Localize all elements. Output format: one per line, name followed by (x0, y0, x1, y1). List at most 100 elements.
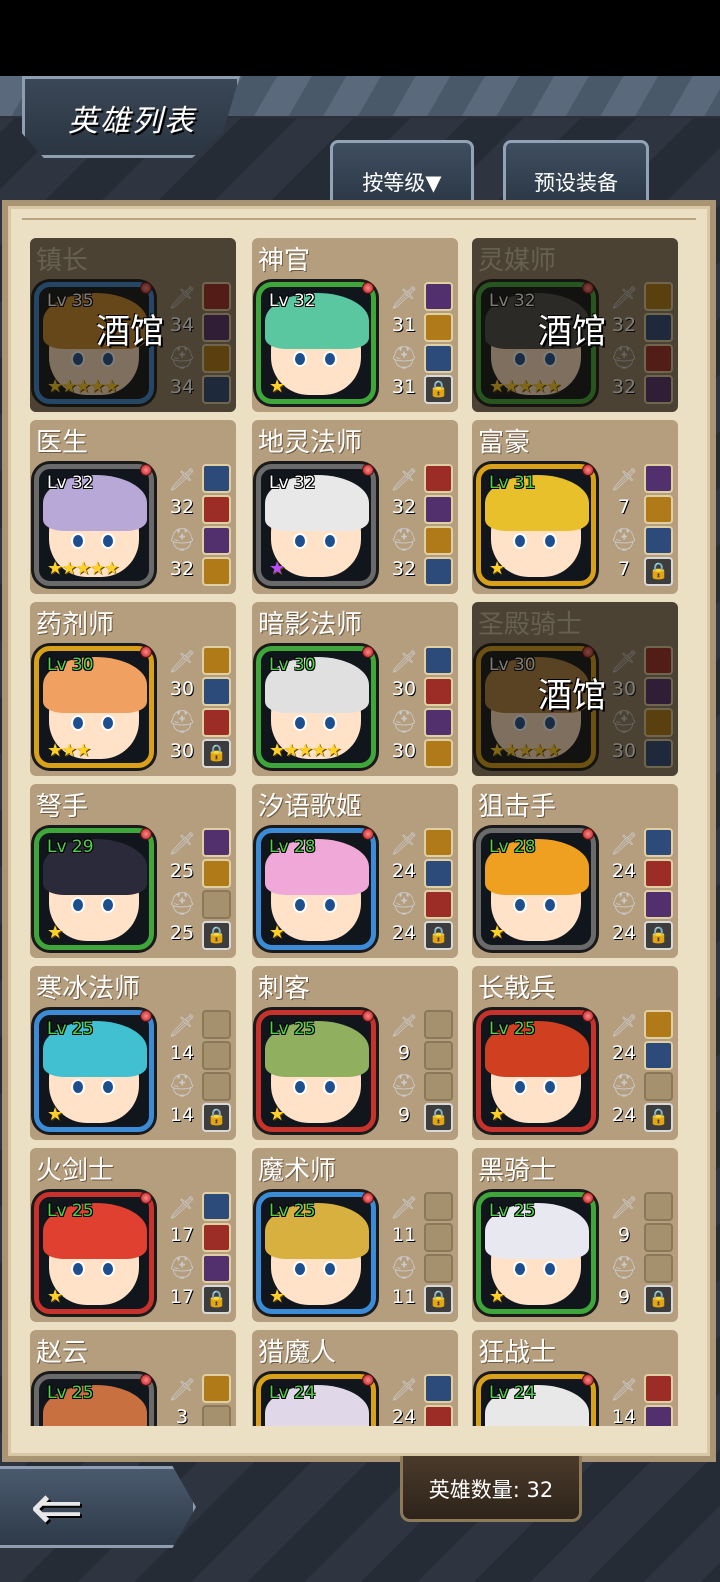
equipment-slot[interactable] (424, 828, 453, 857)
equipment-slot[interactable] (424, 344, 453, 373)
hero-card[interactable]: 黑骑士 Lv 25 ★ 🗡 9 ⛑ 9 🔒 (472, 1148, 678, 1322)
equipment-slot[interactable] (424, 1223, 453, 1252)
equipment-slot[interactable] (202, 708, 231, 737)
lock-icon[interactable]: 🔒 (202, 1103, 231, 1132)
hero-portrait[interactable]: Lv 25 ★ (256, 1010, 376, 1132)
equipment-slot[interactable] (644, 1010, 673, 1039)
equipment-slot[interactable] (644, 1072, 673, 1101)
lock-icon[interactable]: 🔒 (644, 921, 673, 950)
equipment-slot[interactable] (644, 495, 673, 524)
lock-icon[interactable]: 🔒 (202, 739, 231, 768)
hero-portrait[interactable]: Lv 32 ★ (256, 282, 376, 404)
hero-card[interactable]: 药剂师 Lv 30 ★★★ 🗡 30 ⛑ 30 🔒 (30, 602, 236, 776)
hero-portrait[interactable]: Lv 25 ★ (34, 1192, 154, 1314)
hero-portrait[interactable]: Lv 32 ★ (256, 464, 376, 586)
hero-card[interactable]: 地灵法师 Lv 32 ★ 🗡 32 ⛑ 32 (252, 420, 458, 594)
equipment-slot[interactable] (644, 1374, 673, 1403)
hero-card[interactable]: 刺客 Lv 25 ★ 🗡 9 ⛑ 9 🔒 (252, 966, 458, 1140)
equipment-slot[interactable] (424, 677, 453, 706)
hero-portrait[interactable]: Lv 29 ★ (34, 828, 154, 950)
hero-portrait[interactable]: Lv 25 ★ (476, 1010, 596, 1132)
equipment-slot[interactable] (424, 1405, 453, 1426)
equipment-slot[interactable] (644, 859, 673, 888)
lock-icon[interactable]: 🔒 (424, 1285, 453, 1314)
equipment-slot[interactable] (202, 828, 231, 857)
equipment-slot[interactable] (644, 1405, 673, 1426)
equipment-slot[interactable] (644, 1254, 673, 1283)
hero-card[interactable]: 寒冰法师 Lv 25 ★ 🗡 14 ⛑ 14 🔒 (30, 966, 236, 1140)
hero-portrait[interactable]: Lv 25 ★ (476, 1192, 596, 1314)
equipment-slot[interactable] (424, 495, 453, 524)
lock-icon[interactable]: 🔒 (202, 921, 231, 950)
equipment-slot[interactable] (424, 282, 453, 311)
hero-portrait[interactable]: Lv 30 ★★★★★ (256, 646, 376, 768)
equipment-slot[interactable] (424, 464, 453, 493)
hero-card[interactable]: 魔术师 Lv 25 ★ 🗡 11 ⛑ 11 🔒 (252, 1148, 458, 1322)
equipment-slot[interactable] (644, 1223, 673, 1252)
equipment-slot[interactable] (424, 526, 453, 555)
equipment-slot[interactable] (202, 859, 231, 888)
hero-card[interactable]: 火剑士 Lv 25 ★ 🗡 17 ⛑ 17 🔒 (30, 1148, 236, 1322)
hero-portrait[interactable]: Lv 25 (34, 1374, 154, 1426)
equipment-slot[interactable] (424, 1041, 453, 1070)
equipment-slot[interactable] (202, 1254, 231, 1283)
hero-card[interactable]: 赵云Lv 25🗡3⛑ (30, 1330, 236, 1426)
equipment-slot[interactable] (644, 526, 673, 555)
hero-card[interactable]: 富豪 Lv 31 ★ 🗡 7 ⛑ 7 🔒 (472, 420, 678, 594)
equipment-slot[interactable] (202, 1072, 231, 1101)
equipment-slot[interactable] (424, 739, 453, 768)
equipment-slot[interactable] (202, 1010, 231, 1039)
hero-card[interactable]: 狂战士Lv 24🗡14⛑ (472, 1330, 678, 1426)
lock-icon[interactable]: 🔒 (424, 921, 453, 950)
equipment-slot[interactable] (202, 646, 231, 675)
equipment-slot[interactable] (424, 1192, 453, 1221)
equipment-slot[interactable] (644, 890, 673, 919)
hero-portrait[interactable]: Lv 28 ★ (256, 828, 376, 950)
equipment-slot[interactable] (644, 1192, 673, 1221)
hero-portrait[interactable]: Lv 30 ★★★ (34, 646, 154, 768)
hero-card[interactable]: 弩手 Lv 29 ★ 🗡 25 ⛑ 25 🔒 (30, 784, 236, 958)
equipment-slot[interactable] (202, 495, 231, 524)
hero-portrait[interactable]: Lv 28 ★ (476, 828, 596, 950)
equipment-slot[interactable] (202, 526, 231, 555)
sort-by-level-button[interactable]: 按等级▼ (330, 140, 474, 202)
equipment-slot[interactable] (202, 1192, 231, 1221)
equipment-slot[interactable] (424, 708, 453, 737)
lock-icon[interactable]: 🔒 (202, 1285, 231, 1314)
equipment-slot[interactable] (424, 1374, 453, 1403)
equipment-slot[interactable] (424, 1072, 453, 1101)
equipment-slot[interactable] (644, 1041, 673, 1070)
hero-card[interactable]: 镇长Lv 35★★★★★🗡34⛑34酒馆 (30, 238, 236, 412)
equipment-slot[interactable] (644, 464, 673, 493)
hero-portrait[interactable]: Lv 32 ★★★★★ (34, 464, 154, 586)
hero-card[interactable]: 医生 Lv 32 ★★★★★ 🗡 32 ⛑ 32 (30, 420, 236, 594)
hero-card[interactable]: 圣殿骑士Lv 30★★★★★🗡30⛑30酒馆 (472, 602, 678, 776)
equipment-slot[interactable] (424, 646, 453, 675)
hero-card[interactable]: 神官 Lv 32 ★ 🗡 31 ⛑ 31 🔒 (252, 238, 458, 412)
preset-equipment-button[interactable]: 预设装备 (503, 140, 649, 202)
equipment-slot[interactable] (202, 1405, 231, 1426)
hero-card[interactable]: 猎魔人Lv 24🗡24⛑ (252, 1330, 458, 1426)
lock-icon[interactable]: 🔒 (644, 1103, 673, 1132)
hero-card[interactable]: 汐语歌姬 Lv 28 ★ 🗡 24 ⛑ 24 🔒 (252, 784, 458, 958)
equipment-slot[interactable] (424, 1010, 453, 1039)
lock-icon[interactable]: 🔒 (644, 1285, 673, 1314)
hero-portrait[interactable]: Lv 24 (256, 1374, 376, 1426)
lock-icon[interactable]: 🔒 (644, 557, 673, 586)
hero-portrait[interactable]: Lv 25 ★ (34, 1010, 154, 1132)
equipment-slot[interactable] (424, 313, 453, 342)
hero-card[interactable]: 灵媒师Lv 32★★★★★🗡32⛑32酒馆 (472, 238, 678, 412)
equipment-slot[interactable] (424, 1254, 453, 1283)
equipment-slot[interactable] (424, 859, 453, 888)
hero-card[interactable]: 暗影法师 Lv 30 ★★★★★ 🗡 30 ⛑ 30 (252, 602, 458, 776)
lock-icon[interactable]: 🔒 (424, 375, 453, 404)
hero-portrait[interactable]: Lv 31 ★ (476, 464, 596, 586)
equipment-slot[interactable] (202, 890, 231, 919)
equipment-slot[interactable] (202, 1041, 231, 1070)
hero-card[interactable]: 长戟兵 Lv 25 ★ 🗡 24 ⛑ 24 🔒 (472, 966, 678, 1140)
equipment-slot[interactable] (424, 557, 453, 586)
equipment-slot[interactable] (202, 1223, 231, 1252)
equipment-slot[interactable] (202, 677, 231, 706)
equipment-slot[interactable] (202, 464, 231, 493)
hero-portrait[interactable]: Lv 25 ★ (256, 1192, 376, 1314)
